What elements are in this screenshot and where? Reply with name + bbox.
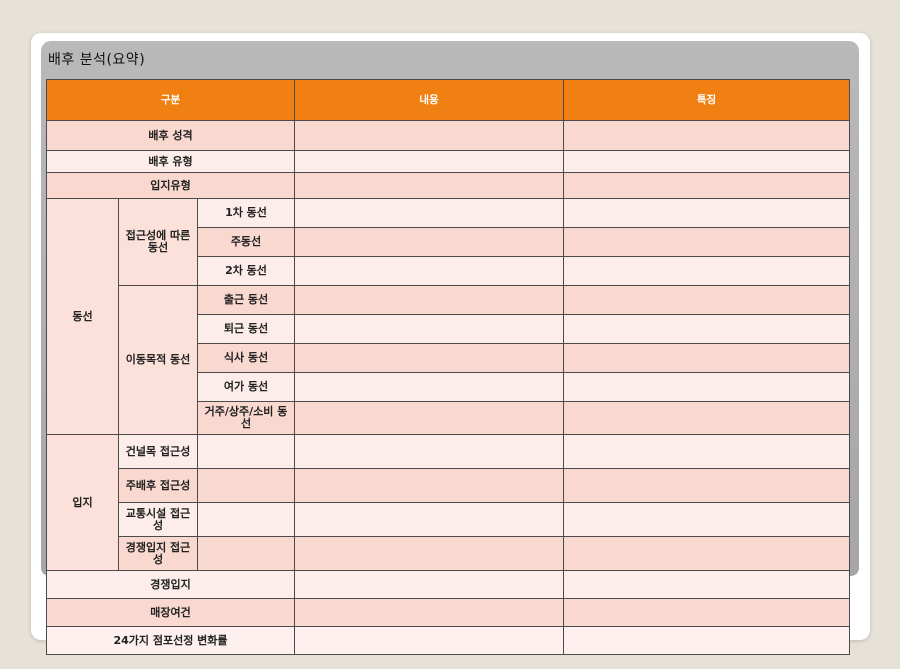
content-cell[interactable] [294, 227, 564, 257]
row-label: 1차 동선 [197, 198, 295, 228]
table-row: 교통시설 접근성 [47, 502, 850, 537]
table-row: 이동목적 동선 출근 동선 [47, 285, 850, 435]
content-cell[interactable] [294, 198, 564, 228]
content-cell[interactable] [294, 150, 564, 173]
content-cell[interactable] [294, 536, 564, 571]
analysis-table: 구분 내용 특징 배후 성격 배후 유형 입지유형 동선 접근성에 따른 동선 … [46, 79, 850, 655]
table-row: 입지 건널목 접근성 [46, 434, 850, 571]
feature-cell[interactable] [563, 401, 850, 435]
feature-cell[interactable] [563, 434, 850, 469]
slide-title: 배후 분석(요약) [48, 52, 146, 68]
row-label: 매장여건 [46, 598, 295, 627]
subgroup-label-access: 접근성에 따른 동선 [118, 198, 198, 286]
feature-cell[interactable] [563, 150, 850, 173]
content-cell[interactable] [294, 502, 564, 537]
subgroup-label-purpose: 이동목적 동선 [118, 285, 198, 435]
table-row: 배후 유형 [46, 150, 850, 173]
row-label: 2차 동선 [197, 256, 295, 286]
feature-cell[interactable] [563, 626, 850, 655]
feature-cell[interactable] [563, 198, 850, 228]
content-cell[interactable] [294, 256, 564, 286]
feature-cell[interactable] [563, 468, 850, 503]
content-cell[interactable] [294, 434, 564, 469]
table-row: 주배후 접근성 [47, 468, 850, 503]
feature-cell[interactable] [563, 343, 850, 373]
row-label: 출근 동선 [197, 285, 295, 315]
table-row: 경쟁입지 접근성 [47, 536, 850, 571]
content-cell[interactable] [294, 598, 564, 627]
empty-cell [197, 468, 295, 503]
feature-cell[interactable] [563, 256, 850, 286]
feature-cell[interactable] [563, 372, 850, 402]
empty-cell [197, 536, 295, 571]
content-cell[interactable] [294, 343, 564, 373]
row-label: 건널목 접근성 [118, 434, 198, 469]
row-label: 주동선 [197, 227, 295, 257]
feature-cell[interactable] [563, 172, 850, 199]
row-label: 배후 유형 [46, 150, 295, 173]
empty-cell [197, 434, 295, 469]
row-label: 경쟁입지 [46, 570, 295, 599]
content-cell[interactable] [294, 468, 564, 503]
table-header-row: 구분 내용 특징 [46, 79, 850, 121]
content-cell[interactable] [294, 570, 564, 599]
row-label: 거주/상주/소비 동선 [197, 401, 295, 435]
header-feature: 특징 [563, 79, 850, 121]
table-row: 매장여건 [46, 598, 850, 627]
feature-cell[interactable] [563, 227, 850, 257]
table-row: 24가지 점포선정 변화률 [46, 626, 850, 655]
feature-cell[interactable] [563, 502, 850, 537]
content-cell[interactable] [294, 172, 564, 199]
feature-cell[interactable] [563, 285, 850, 315]
header-category: 구분 [46, 79, 295, 121]
table-row: 동선 접근성에 따른 동선 1차 동선 [46, 198, 850, 435]
row-label: 여가 동선 [197, 372, 295, 402]
feature-cell[interactable] [563, 570, 850, 599]
row-label: 식사 동선 [197, 343, 295, 373]
group-label-ipji: 입지 [46, 434, 119, 571]
row-label: 입지유형 [46, 172, 295, 199]
row-label: 퇴근 동선 [197, 314, 295, 344]
row-label: 배후 성격 [46, 120, 295, 151]
feature-cell[interactable] [563, 536, 850, 571]
feature-cell[interactable] [563, 598, 850, 627]
table-row: 배후 성격 [46, 120, 850, 151]
header-content: 내용 [294, 79, 564, 121]
table-row: 경쟁입지 [46, 570, 850, 599]
group-label-dongseon: 동선 [46, 198, 119, 435]
row-label: 교통시설 접근성 [118, 502, 198, 537]
feature-cell[interactable] [563, 120, 850, 151]
content-cell[interactable] [294, 314, 564, 344]
row-label: 24가지 점포선정 변화률 [46, 626, 295, 655]
content-cell[interactable] [294, 401, 564, 435]
content-cell[interactable] [294, 120, 564, 151]
content-cell[interactable] [294, 285, 564, 315]
row-label: 주배후 접근성 [118, 468, 198, 503]
feature-cell[interactable] [563, 314, 850, 344]
table-row: 입지유형 [46, 172, 850, 199]
content-cell[interactable] [294, 372, 564, 402]
content-cell[interactable] [294, 626, 564, 655]
row-label: 경쟁입지 접근성 [118, 536, 198, 571]
empty-cell [197, 502, 295, 537]
